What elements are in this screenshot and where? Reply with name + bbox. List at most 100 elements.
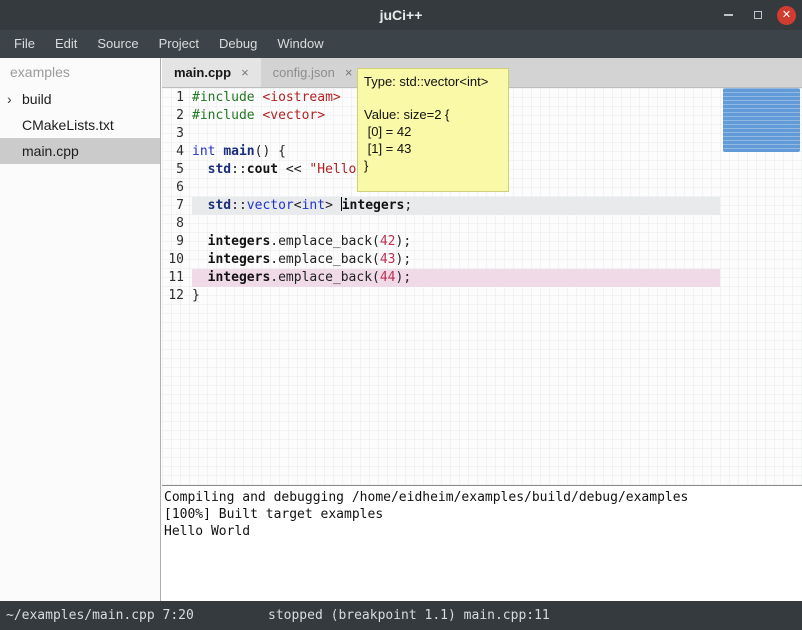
code-token: cout [247,162,278,177]
window-controls: ✕ [717,0,796,30]
file-tree-items: › build CMakeLists.txt main.cpp [0,86,160,164]
code-line[interactable]: 8 [162,215,802,233]
code-token: . [270,270,278,285]
menubar: FileEditSourceProjectDebugWindow [0,30,802,58]
line-number[interactable]: 11 [162,269,192,287]
maximize-button[interactable] [747,4,769,26]
file-name: build [22,91,52,107]
line-content: integers.emplace_back(42); [192,233,720,251]
tab-config-json[interactable]: config.json × [261,58,365,87]
line-number[interactable]: 5 [162,161,192,179]
tab-close-icon[interactable]: × [241,65,249,80]
code-token: <vector> [262,108,325,123]
tooltip-value-line: Value: size=2 { [364,106,502,123]
code-token [192,198,208,213]
line-number[interactable]: 7 [162,197,192,215]
tooltip-value-line: } [364,157,502,174]
output-line: [100%] Built target examples [164,506,802,523]
line-content: } [192,287,720,305]
close-button[interactable]: ✕ [777,6,796,25]
code-token: ( [372,252,380,267]
tab-close-icon[interactable]: × [345,65,353,80]
code-line[interactable]: 11 integers.emplace_back(44); [162,269,802,287]
tooltip-value-line: [0] = 42 [364,123,502,140]
code-token [192,162,208,177]
code-token [192,270,208,285]
code-token: int [302,198,325,213]
code-token: int [192,144,215,159]
status-bar: ~/examples/main.cpp 7:20 stopped (breakp… [0,601,802,630]
code-token: vector [247,198,294,213]
line-number[interactable]: 3 [162,125,192,143]
code-token: ); [396,270,412,285]
sidebar-item-main-cpp[interactable]: main.cpp [0,138,160,164]
code-line[interactable]: 7 std::vector<int> integers; [162,197,802,215]
sidebar-item-build[interactable]: › build [0,86,160,112]
minimize-icon [724,14,733,16]
status-debug-state: stopped (breakpoint 1.1) main.cpp:11 [268,601,550,630]
tooltip-value-lines: Value: size=2 { [0] = 42 [1] = 43} [364,106,502,174]
code-token: . [270,252,278,267]
code-token: ); [396,252,412,267]
tab-label: config.json [273,65,335,80]
line-number[interactable]: 9 [162,233,192,251]
code-token: emplace_back [278,252,372,267]
line-number[interactable]: 1 [162,89,192,107]
code-token [192,252,208,267]
file-name: CMakeLists.txt [22,117,114,133]
menu-item-debug[interactable]: Debug [209,30,267,58]
menu-item-source[interactable]: Source [87,30,148,58]
code-token: :: [231,198,247,213]
line-number[interactable]: 6 [162,179,192,197]
line-content: integers.emplace_back(43); [192,251,720,269]
code-token: integers [208,270,271,285]
line-number[interactable]: 12 [162,287,192,305]
tooltip-gap [364,90,502,106]
code-token: #include [192,108,255,123]
tooltip-type-line: Type: std::vector<int> [364,73,502,90]
output-line: Hello World [164,523,802,540]
status-file-position: ~/examples/main.cpp 7:20 [6,601,194,630]
tab-main-cpp[interactable]: main.cpp× [162,58,261,87]
window-title: juCi++ [380,7,423,23]
menu-item-project[interactable]: Project [149,30,209,58]
menu-item-window[interactable]: Window [267,30,333,58]
code-line[interactable]: 12} [162,287,802,305]
code-line[interactable]: 10 integers.emplace_back(43); [162,251,802,269]
titlebar[interactable]: juCi++ ✕ [0,0,802,30]
app-window: juCi++ ✕ FileEditSourceProjectDebugWindo… [0,0,802,630]
debug-value-tooltip: Type: std::vector<int> Value: size=2 { [… [357,68,509,192]
line-content: integers.emplace_back(44); [192,269,720,287]
code-token: <iostream> [262,90,340,105]
expander-icon[interactable]: › [7,86,12,112]
code-token: emplace_back [278,270,372,285]
menu-item-file[interactable]: File [4,30,45,58]
line-number[interactable]: 8 [162,215,192,233]
code-token [192,234,208,249]
line-number[interactable]: 10 [162,251,192,269]
minimize-button[interactable] [717,4,739,26]
sidebar-item-cmakelists-txt[interactable]: CMakeLists.txt [0,112,160,138]
code-token: integers [208,252,271,267]
maximize-icon [754,11,762,19]
code-token: main [223,144,254,159]
code-token: 44 [380,270,396,285]
close-icon: ✕ [782,10,791,21]
code-line[interactable]: 9 integers.emplace_back(42); [162,233,802,251]
code-token: integers [342,198,405,213]
code-token: () { [255,144,286,159]
code-token: ); [396,234,412,249]
file-tree: examples ›buildCMakeLists.txtmain.cpp [0,58,161,601]
line-number[interactable]: 2 [162,107,192,125]
minimap-slider[interactable] [723,88,800,152]
minimap[interactable] [720,88,802,485]
output-panel[interactable]: Compiling and debugging /home/eidheim/ex… [162,485,802,601]
line-content [192,215,720,233]
code-token: emplace_back [278,234,372,249]
code-token: :: [231,162,247,177]
line-number[interactable]: 4 [162,143,192,161]
menu-item-edit[interactable]: Edit [45,30,87,58]
code-token: > [325,198,341,213]
code-token: #include [192,90,255,105]
code-token: 42 [380,234,396,249]
